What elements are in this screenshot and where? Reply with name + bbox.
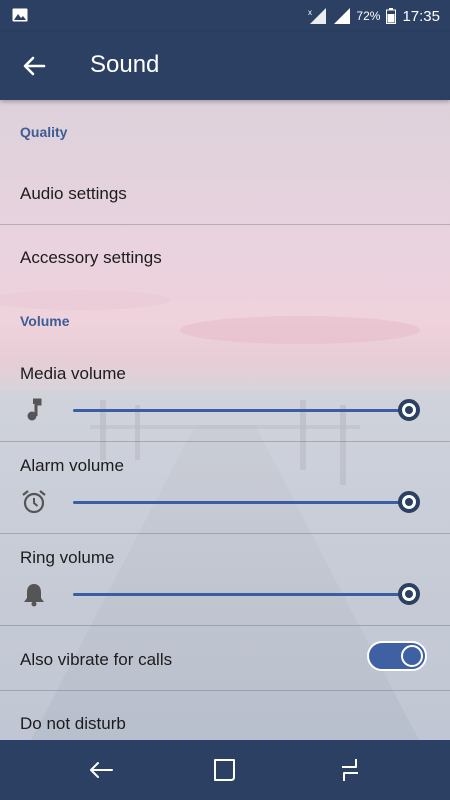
alarm-volume-track[interactable]: [73, 501, 410, 504]
section-header-volume: Volume: [20, 313, 70, 329]
battery-percent: 72%: [356, 9, 381, 23]
media-volume-label: Media volume: [20, 364, 126, 383]
alarm-volume-label: Alarm volume: [20, 456, 124, 475]
back-nav-icon[interactable]: [86, 755, 116, 785]
accessory-settings-item[interactable]: Accessory settings: [0, 225, 450, 289]
home-nav-icon[interactable]: [210, 755, 240, 785]
vibrate-for-calls-label: Also vibrate for calls: [20, 650, 173, 669]
media-volume-thumb[interactable]: [398, 399, 420, 421]
do-not-disturb-label: Do not disturb: [20, 714, 126, 733]
battery-icon: [386, 8, 397, 24]
alarm-volume-row: Alarm volume: [0, 442, 450, 532]
app-bar: Sound: [0, 32, 450, 100]
bell-icon: [24, 584, 44, 607]
ring-volume-track[interactable]: [73, 593, 410, 596]
page-title: Sound: [90, 51, 160, 78]
music-note-icon: [27, 398, 42, 421]
ring-volume-thumb[interactable]: [398, 583, 420, 605]
ring-volume-label: Ring volume: [20, 548, 115, 567]
svg-text:x: x: [308, 8, 312, 17]
signal-no-sim-icon: x: [308, 8, 327, 24]
media-volume-track[interactable]: [73, 409, 410, 412]
toggle-knob: [401, 645, 423, 667]
alarm-volume-thumb[interactable]: [398, 491, 420, 513]
recents-nav-icon[interactable]: [335, 755, 365, 785]
navigation-bar: [0, 740, 450, 800]
accessory-settings-label: Accessory settings: [20, 248, 162, 267]
media-volume-row: Media volume: [0, 350, 450, 440]
section-header-quality: Quality: [20, 124, 68, 140]
do-not-disturb-item[interactable]: Do not disturb: [0, 691, 450, 740]
alarm-clock-icon: [22, 490, 46, 514]
audio-settings-item[interactable]: Audio settings: [0, 160, 450, 224]
audio-settings-label: Audio settings: [20, 184, 127, 203]
vibrate-toggle-switch[interactable]: [367, 641, 427, 671]
clock: 17:35: [402, 7, 440, 25]
image-notification-icon: [12, 8, 28, 22]
signal-icon: [334, 8, 351, 24]
ring-volume-row: Ring volume: [0, 534, 450, 624]
status-bar: x 72% 17:35: [0, 0, 450, 32]
arrow-left-icon[interactable]: [18, 50, 50, 82]
